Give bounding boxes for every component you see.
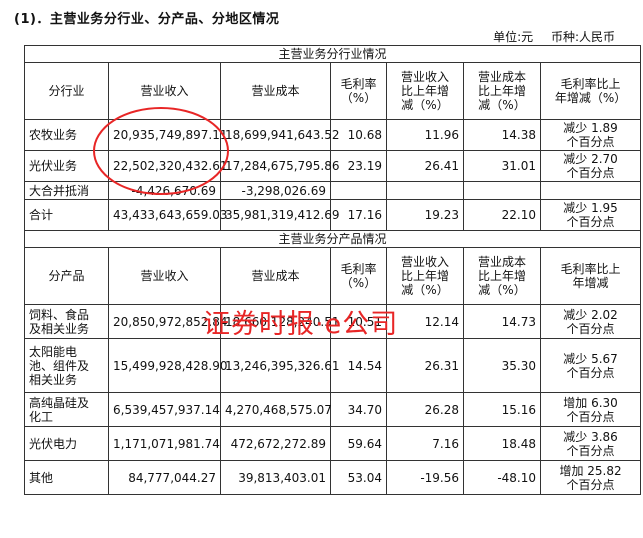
product-row-margin: 53.04	[330, 460, 387, 495]
product-header-row: 分产品 营业收入 营业成本 毛利率 （%） 营业收入 比上年增 减（%） 营业成本 比上年增 减（%…	[24, 247, 642, 305]
industry-row-revenue-change: 11.96	[386, 119, 464, 151]
section-heading: (1)．主营业务分行业、分产品、分地区情况	[14, 12, 280, 27]
industry-header-3: 毛利率 （%）	[330, 62, 387, 120]
industry-row-revenue: 20,935,749,897.11	[108, 119, 228, 151]
product-row-revenue: 84,777,044.27	[108, 460, 221, 495]
watermark-text: 证券时报·e公司	[203, 309, 399, 340]
industry-row-margin-change: 减少 2.70 个百分点	[539, 150, 642, 182]
product-row-margin-change: 减少 5.67 个百分点	[539, 338, 642, 393]
unit-note: 单位:元 币种:人民币	[479, 28, 615, 45]
currency-label: 币种:人民币	[550, 30, 615, 44]
table-row: 太阳能电 池、组件及 相关业务 15,499,928,428.90 13,246,395…	[24, 338, 642, 393]
industry-row-revenue: 43,433,643,659.03	[108, 199, 228, 231]
product-header-5: 营业成本 比上年增 减（%）	[463, 247, 541, 305]
financial-table: 主营业务分行业情况 分行业 营业收入 营业成本 毛利率 （%） 营业收入 比上年增 减（%） 营业…	[23, 45, 642, 495]
industry-section-title: 主营业务分行业情况	[23, 45, 642, 63]
product-header-1: 营业收入	[108, 247, 221, 305]
industry-header-5: 营业成本 比上年增 减（%）	[463, 62, 541, 120]
industry-row-cost: -3,298,026.69	[220, 181, 331, 200]
industry-row-name: 光伏业务	[24, 150, 109, 182]
industry-header-row: 分行业 营业收入 营业成本 毛利率 （%） 营业收入 比上年增 减（%） 营业成本 比上年增 减（%…	[24, 62, 642, 120]
product-row-name: 太阳能电 池、组件及 相关业务	[24, 338, 109, 393]
product-header-4: 营业收入 比上年增 减（%）	[386, 247, 464, 305]
industry-row-margin-change: 减少 1.95 个百分点	[539, 199, 642, 231]
industry-row-margin	[330, 181, 387, 200]
product-row-cost: 39,813,403.01	[220, 460, 331, 495]
product-row-revenue: 6,539,457,937.14	[108, 392, 221, 427]
product-row-cost-change: -48.10	[463, 460, 541, 495]
industry-row-revenue-change	[386, 181, 464, 200]
table-row: 其他 84,777,044.27 39,813,403.01 53.04 -19.56-…	[24, 460, 642, 495]
product-header-3: 毛利率 （%）	[330, 247, 387, 305]
product-header-2: 营业成本	[220, 247, 331, 305]
product-row-revenue-change: 26.28	[386, 392, 464, 427]
product-row-margin-change: 增加 6.30 个百分点	[539, 392, 642, 427]
product-row-name: 其他	[24, 460, 109, 495]
table-row: 合计 43,433,643,659.03 35,981,319,412.69 17.1…	[24, 199, 642, 231]
product-row-cost-change: 15.16	[463, 392, 541, 427]
industry-row-cost-change: 14.38	[463, 119, 541, 151]
industry-section-row: 主营业务分行业情况	[23, 45, 642, 63]
industry-header-1: 营业收入	[108, 62, 221, 120]
product-row-margin-change: 增加 25.82 个百分点	[539, 460, 642, 495]
industry-row-cost: 17,284,675,795.86	[220, 150, 340, 182]
industry-header-0: 分行业	[24, 62, 109, 120]
product-row-revenue-change: 26.31	[386, 338, 464, 393]
table-row: 高纯晶硅及 化工 6,539,457,937.14 4,270,468,575.07 3…	[24, 392, 642, 427]
industry-row-name: 农牧业务	[24, 119, 109, 151]
table-row: 大合并抵消 -4,426,670.69 -3,298,026.69	[24, 181, 642, 200]
industry-row-margin-change: 减少 1.89 个百分点	[539, 119, 642, 151]
product-row-revenue: 1,171,071,981.74	[108, 426, 221, 461]
product-row-name: 高纯晶硅及 化工	[24, 392, 109, 427]
product-row-margin: 34.70	[330, 392, 387, 427]
industry-header-6: 毛利率比上 年增减（%）	[539, 62, 642, 120]
industry-row-cost: 18,699,941,643.52	[220, 119, 340, 151]
product-row-margin-change: 减少 3.86 个百分点	[539, 426, 642, 461]
industry-row-revenue-change: 26.41	[386, 150, 464, 182]
industry-row-cost-change: 31.01	[463, 150, 541, 182]
product-row-cost: 13,246,395,326.61	[220, 338, 340, 393]
industry-row-name: 大合并抵消	[24, 181, 109, 200]
product-row-name: 饲料、食品 及相关业务	[24, 304, 109, 339]
product-row-cost-change: 18.48	[463, 426, 541, 461]
product-section-title: 主营业务分产品情况	[23, 230, 642, 248]
industry-row-revenue-change: 19.23	[386, 199, 464, 231]
product-row-revenue: 15,499,928,428.90	[108, 338, 228, 393]
industry-row-margin-change	[539, 181, 642, 200]
product-section-row: 主营业务分产品情况	[23, 230, 642, 248]
industry-row-cost: 35,981,319,412.69	[220, 199, 340, 231]
product-row-revenue-change: -19.56	[386, 460, 464, 495]
industry-row-cost-change: 22.10	[463, 199, 541, 231]
industry-row-name: 合计	[24, 199, 109, 231]
industry-header-4: 营业收入 比上年增 减（%）	[386, 62, 464, 120]
table-row: 光伏电力 1,171,071,981.74 472,672,272.89 59.64 7…	[24, 426, 642, 461]
industry-header-2: 营业成本	[220, 62, 331, 120]
product-row-revenue-change: 7.16	[386, 426, 464, 461]
product-row-cost-change: 14.73	[463, 304, 541, 339]
product-row-cost: 4,270,468,575.07	[220, 392, 332, 427]
table-row: 光伏业务 22,502,320,432.61 17,284,675,795.86 23…	[24, 150, 642, 182]
product-header-6: 毛利率比上 年增减	[539, 247, 642, 305]
industry-row-revenue: 22,502,320,432.61	[108, 150, 228, 182]
table-row: 农牧业务 20,935,749,897.11 18,699,941,643.52 10…	[24, 119, 642, 151]
industry-row-cost-change	[463, 181, 541, 200]
industry-row-revenue: -4,426,670.69	[108, 181, 221, 200]
unit-label: 单位:元	[493, 30, 534, 44]
product-header-0: 分产品	[24, 247, 109, 305]
product-row-cost: 472,672,272.89	[220, 426, 331, 461]
product-row-name: 光伏电力	[24, 426, 109, 461]
product-row-cost-change: 35.30	[463, 338, 541, 393]
product-row-margin-change: 减少 2.02 个百分点	[539, 304, 642, 339]
product-row-margin: 59.64	[330, 426, 387, 461]
